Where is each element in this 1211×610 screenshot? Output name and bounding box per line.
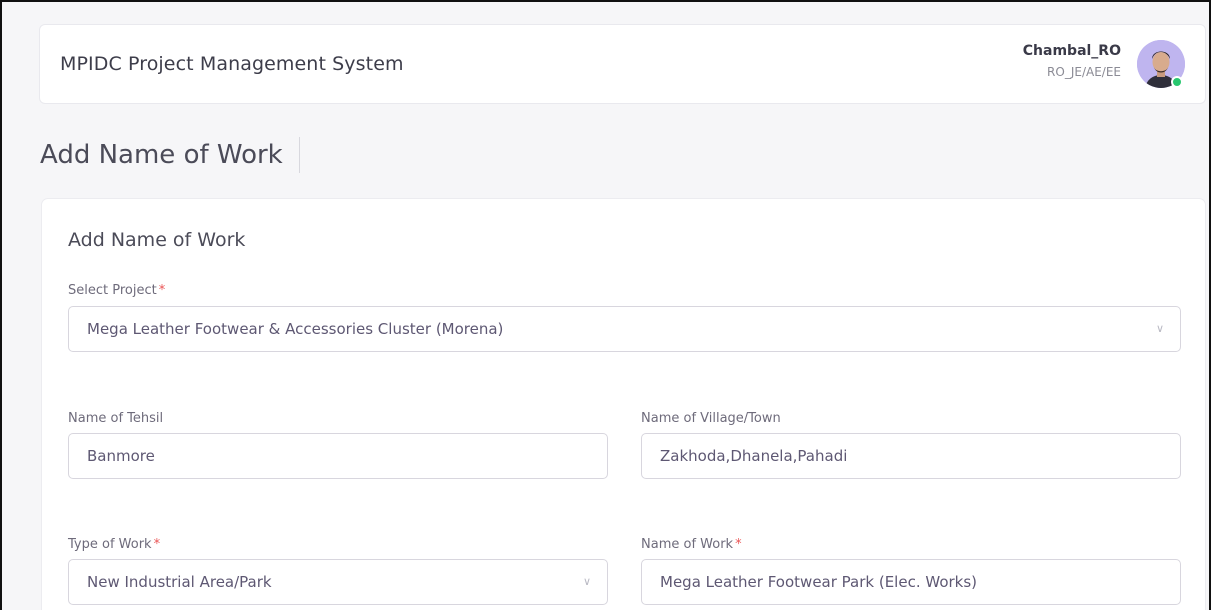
tehsil-label: Name of Tehsil xyxy=(68,411,164,426)
required-marker: * xyxy=(158,283,166,298)
chevron-down-icon: ∨ xyxy=(1155,322,1164,335)
type-of-work-dropdown[interactable]: New Industrial Area/Park ∨ xyxy=(68,559,608,605)
add-work-form-card: Add Name of Work Select Project * Mega Le… xyxy=(41,198,1206,610)
select-project-dropdown[interactable]: Mega Leather Footwear & Accessories Clus… xyxy=(68,306,1181,352)
user-name: Chambal_RO xyxy=(1022,43,1121,59)
select-project-label: Select Project * xyxy=(68,283,166,298)
app-frame: MPIDC Project Management System Chambal_… xyxy=(0,0,1211,610)
village-input[interactable]: Zakhoda,Dhanela,Pahadi xyxy=(641,433,1181,479)
required-marker: * xyxy=(153,537,161,552)
name-of-work-input[interactable]: Mega Leather Footwear Park (Elec. Works) xyxy=(641,559,1181,605)
top-navbar: MPIDC Project Management System Chambal_… xyxy=(39,24,1206,104)
tehsil-input[interactable]: Banmore xyxy=(68,433,608,479)
user-role: RO_JE/AE/EE xyxy=(1047,65,1121,79)
name-of-work-label: Name of Work * xyxy=(641,537,742,552)
type-of-work-label: Type of Work * xyxy=(68,537,161,552)
chevron-down-icon: ∨ xyxy=(582,575,591,588)
village-label: Name of Village/Town xyxy=(641,411,781,426)
required-marker: * xyxy=(735,537,742,552)
user-info[interactable]: Chambal_RO RO_JE/AE/EE xyxy=(1023,43,1121,79)
app-title: MPIDC Project Management System xyxy=(60,53,404,75)
online-status-dot xyxy=(1171,76,1183,88)
page-title: Add Name of Work xyxy=(40,137,300,173)
card-title: Add Name of Work xyxy=(68,229,246,251)
